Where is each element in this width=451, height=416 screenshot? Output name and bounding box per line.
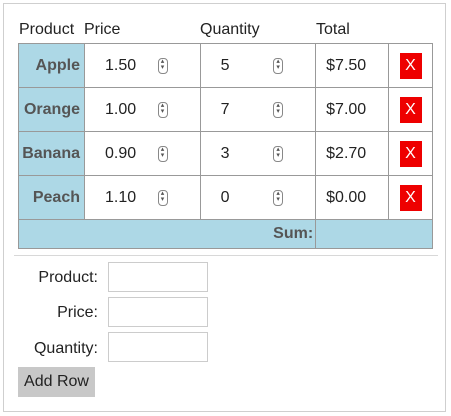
header-quantity: Quantity: [200, 21, 260, 38]
row-total: $7.00: [315, 87, 390, 132]
updown-spinner-icon[interactable]: ▴ ▾: [157, 57, 168, 74]
header-price: Price: [84, 21, 121, 38]
header-product: Product: [19, 21, 75, 38]
quantity-stepper[interactable]: 3 ▴ ▾: [199, 131, 317, 176]
delete-row-button[interactable]: X: [399, 184, 422, 211]
price-stepper[interactable]: 0.90 ▴ ▾: [83, 131, 201, 176]
price-value: 1.00: [104, 100, 137, 118]
row-total: $7.50: [315, 43, 390, 88]
quantity-field-label: Quantity:: [33, 340, 98, 357]
sum-row: Sum:: [17, 219, 433, 249]
row-total: $2.70: [315, 131, 390, 176]
quantity-stepper[interactable]: 5 ▴ ▾: [199, 43, 317, 88]
delete-row-button[interactable]: X: [399, 52, 422, 79]
sum-label: Sum:: [17, 219, 317, 249]
row-product-name: Apple: [18, 43, 85, 88]
quantity-value: 7: [220, 100, 230, 118]
updown-spinner-icon[interactable]: ▴ ▾: [157, 145, 168, 162]
table-row: Peach 1.10 ▴ ▾ 0 ▴ ▾ $0.00 X: [18, 175, 433, 220]
sum-value: [315, 219, 433, 249]
price-value: 1.10: [104, 188, 137, 206]
add-row-button[interactable]: Add Row: [18, 367, 95, 397]
quantity-value: 0: [220, 188, 230, 206]
table-row: Apple 1.50 ▴ ▾ 5 ▴ ▾ $7.50 X: [18, 43, 433, 88]
quantity-value: 3: [220, 144, 230, 162]
price-field-label: Price:: [57, 304, 98, 321]
quantity-stepper[interactable]: 7 ▴ ▾: [199, 87, 317, 132]
updown-spinner-icon[interactable]: ▴ ▾: [273, 101, 284, 118]
quantity-field[interactable]: [108, 332, 208, 362]
updown-spinner-icon[interactable]: ▴ ▾: [157, 189, 168, 206]
updown-spinner-icon[interactable]: ▴ ▾: [157, 101, 168, 118]
row-product-name: Orange: [18, 87, 85, 132]
price-value: 0.90: [104, 144, 137, 162]
table-row: Banana 0.90 ▴ ▾ 3 ▴ ▾ $2.70 X: [18, 131, 433, 176]
quantity-stepper[interactable]: 0 ▴ ▾: [199, 175, 317, 220]
row-product-name: Peach: [18, 175, 85, 220]
product-field[interactable]: [108, 262, 208, 292]
updown-spinner-icon[interactable]: ▴ ▾: [273, 57, 284, 74]
product-table: Apple 1.50 ▴ ▾ 5 ▴ ▾ $7.50 X Orange 1.00 ▴…: [17, 43, 433, 249]
divider: [14, 255, 438, 256]
price-stepper[interactable]: 1.00 ▴ ▾: [83, 87, 201, 132]
delete-row-button[interactable]: X: [399, 140, 422, 167]
table-row: Orange 1.00 ▴ ▾ 7 ▴ ▾ $7.00 X: [18, 87, 433, 132]
row-total: $0.00: [315, 175, 390, 220]
price-field[interactable]: [108, 297, 208, 327]
quantity-value: 5: [220, 56, 230, 74]
price-stepper[interactable]: 1.50 ▴ ▾: [83, 43, 201, 88]
header-total: Total: [316, 21, 350, 38]
updown-spinner-icon[interactable]: ▴ ▾: [273, 145, 284, 162]
price-value: 1.50: [104, 56, 137, 74]
product-field-label: Product:: [38, 269, 98, 286]
price-stepper[interactable]: 1.10 ▴ ▾: [83, 175, 201, 220]
updown-spinner-icon[interactable]: ▴ ▾: [273, 189, 284, 206]
row-product-name: Banana: [18, 131, 85, 176]
delete-row-button[interactable]: X: [399, 96, 422, 123]
